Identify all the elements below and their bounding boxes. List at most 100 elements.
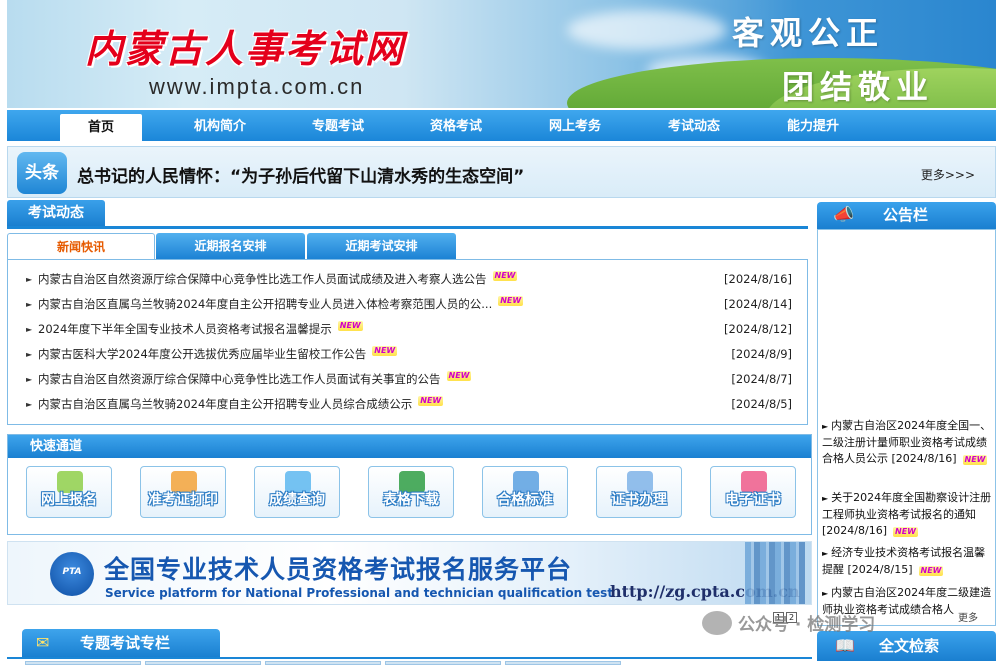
news-item-title[interactable]: 内蒙古自治区自然资源厅综合保障中心竞争性比选工作人员面试有关事宜的公告 <box>38 372 441 386</box>
notice-item[interactable]: ► 内蒙古自治区2024年度全国一、二级注册计量师职业资格考试成绩合格人员公示 [… <box>822 418 994 467</box>
news-item-date: [2024/8/14] <box>724 297 792 311</box>
section-divider <box>7 657 812 659</box>
news-item-date: [2024/8/5] <box>731 397 792 411</box>
button-label: 准考证打印 <box>148 492 218 508</box>
arrow-icon: ► <box>26 325 33 334</box>
quick-channel-header: 快速通道 <box>8 435 811 458</box>
headline-more-link[interactable]: 更多>>> <box>921 166 975 183</box>
nav-item-skill-upgrade[interactable]: 能力提升 <box>770 110 856 141</box>
wechat-icon <box>702 611 732 635</box>
notice-item-date: [2024/8/16] <box>891 452 957 465</box>
new-badge: NEW <box>418 396 444 406</box>
certificate-processing-button[interactable]: 证书办理 <box>596 466 682 518</box>
news-item-title[interactable]: 内蒙古医科大学2024年度公开选拔优秀应届毕业生留校工作公告 <box>38 347 366 361</box>
nav-item-online-affairs[interactable]: 网上考务 <box>532 110 618 141</box>
cloud-decoration <box>567 10 727 50</box>
new-badge: NEW <box>893 527 918 537</box>
news-item-link[interactable]: 2024年度下半年全国专业技术人员资格考试报名温馨提示 NEW <box>38 317 363 342</box>
news-item-date: [2024/8/12] <box>724 322 792 336</box>
main-nav: 首页 机构简介 专题考试 资格考试 网上考务 考试动态 能力提升 <box>7 110 996 141</box>
headline-link[interactable]: 总书记的人民情怀：“为子孙后代留下山清水秀的生态空间” <box>77 162 524 187</box>
button-label: 电子证书 <box>725 492 781 508</box>
headline-badge: 头条 <box>17 152 67 194</box>
e-certificate-button[interactable]: 电子证书 <box>710 466 796 518</box>
arrow-icon: ► <box>822 549 829 558</box>
nav-item-exam-news[interactable]: 考试动态 <box>651 110 737 141</box>
news-item-date: [2024/8/7] <box>731 372 792 386</box>
news-item-link[interactable]: 内蒙古自治区直属乌兰牧骑2024年度自主公开招聘专业人员进入体检考察范围人员的公… <box>38 292 524 317</box>
megaphone-icon: 📣 <box>833 205 855 225</box>
site-banner: 内蒙古人事考试网 www.impta.com.cn 客观公正 团结敬业 <box>7 0 996 108</box>
watermark-text: 公众号 · 检测学习 <box>738 615 876 635</box>
tab-exam-schedule[interactable]: 近期考试安排 <box>307 233 456 259</box>
arrow-icon: ► <box>26 350 33 359</box>
news-item-date: [2024/8/16] <box>724 272 792 286</box>
special-column-header: ✉ 专题考试专栏 <box>22 629 220 657</box>
new-badge: NEW <box>337 321 363 331</box>
button-label: 成绩查询 <box>269 492 325 508</box>
nav-item-qualification-exams[interactable]: 资格考试 <box>413 110 499 141</box>
notice-item-date: [2024/8/16] <box>822 524 887 537</box>
news-item: ► 2024年度下半年全国专业技术人员资格考试报名温馨提示 NEW [2024/8… <box>8 317 807 342</box>
admission-ticket-print-button[interactable]: 准考证打印 <box>140 466 226 518</box>
notice-item[interactable]: ► 经济专业技术资格考试报名温馨提醒 [2024/8/15] NEW <box>822 545 994 578</box>
notice-board: ► 内蒙古自治区2024年度全国一、二级注册计量师职业资格考试成绩合格人员公示 [… <box>817 229 996 626</box>
news-tabs: 新闻快讯 近期报名安排 近期考试安排 <box>7 233 808 260</box>
arrow-icon: ► <box>26 275 33 284</box>
new-badge: NEW <box>498 296 524 306</box>
quick-channel-title: 快速通道 <box>30 439 83 454</box>
exam-news-section-title: 考试动态 <box>7 200 105 226</box>
wechat-watermark: 公众号 · 检测学习 <box>702 610 875 646</box>
special-subtab[interactable] <box>145 661 261 665</box>
site-url: www.impta.com.cn <box>149 74 365 99</box>
notice-more-link[interactable]: 更多 <box>958 609 978 624</box>
new-badge: NEW <box>492 271 518 281</box>
full-text-search-title: 全文检索 <box>879 637 940 655</box>
news-item-title[interactable]: 内蒙古自治区直属乌兰牧骑2024年度自主公开招聘专业人员进入体检考察范围人员的公… <box>38 297 492 311</box>
headline-bar: 头条 总书记的人民情怀：“为子孙后代留下山清水秀的生态空间” 更多>>> <box>7 146 996 198</box>
nav-item-special-exams[interactable]: 专题考试 <box>295 110 381 141</box>
site-title: 内蒙古人事考试网 <box>85 26 406 71</box>
news-item-title[interactable]: 2024年度下半年全国专业技术人员资格考试报名温馨提示 <box>38 322 332 336</box>
score-query-button[interactable]: 成绩查询 <box>254 466 340 518</box>
news-item-title[interactable]: 内蒙古自治区自然资源厅综合保障中心竞争性比选工作人员面试成绩及进入考察人选公告 <box>38 272 487 286</box>
news-item-date: [2024/8/9] <box>731 347 792 361</box>
special-subtab[interactable] <box>505 661 621 665</box>
arrow-icon: ► <box>26 375 33 384</box>
news-list: ► 内蒙古自治区自然资源厅综合保障中心竞争性比选工作人员面试成绩及进入考察人选公… <box>7 259 808 425</box>
news-item-link[interactable]: 内蒙古自治区直属乌兰牧骑2024年度自主公开招聘专业人员综合成绩公示 NEW <box>38 392 444 417</box>
tab-registration-schedule[interactable]: 近期报名安排 <box>156 233 305 259</box>
button-label: 网上报名 <box>41 492 97 508</box>
online-registration-button[interactable]: 网上报名 <box>26 466 112 518</box>
news-item-title[interactable]: 内蒙古自治区直属乌兰牧骑2024年度自主公开招聘专业人员综合成绩公示 <box>38 397 412 411</box>
section-divider <box>7 226 808 229</box>
news-item-link[interactable]: 内蒙古医科大学2024年度公开选拔优秀应届毕业生留校工作公告 NEW <box>38 342 398 367</box>
special-subtabs <box>7 661 812 665</box>
news-item: ► 内蒙古自治区自然资源厅综合保障中心竞争性比选工作人员面试有关事宜的公告 NEW… <box>8 367 807 392</box>
megaphone-icon: ✉ <box>36 633 50 652</box>
pass-standard-button[interactable]: 合格标准 <box>482 466 568 518</box>
news-item: ► 内蒙古自治区直属乌兰牧骑2024年度自主公开招聘专业人员进入体检考察范围人员… <box>8 292 807 317</box>
special-subtab[interactable] <box>265 661 381 665</box>
news-item: ► 内蒙古自治区直属乌兰牧骑2024年度自主公开招聘专业人员综合成绩公示 NEW … <box>8 392 807 417</box>
notice-item[interactable]: ► 关于2024年度全国勘察设计注册工程师执业资格考试报名的通知 [2024/8/… <box>822 490 994 539</box>
platform-banner-link[interactable]: PTA 全国专业技术人员资格考试报名服务平台 Service platform … <box>7 541 812 605</box>
nav-item-about[interactable]: 机构简介 <box>177 110 263 141</box>
new-badge: NEW <box>446 371 472 381</box>
nav-item-home[interactable]: 首页 <box>60 114 142 141</box>
special-subtab[interactable] <box>25 661 141 665</box>
news-item: ► 内蒙古自治区自然资源厅综合保障中心竞争性比选工作人员面试成绩及进入考察人选公… <box>8 267 807 292</box>
pta-logo: PTA <box>50 552 94 596</box>
notice-item-text[interactable]: 关于2024年度全国勘察设计注册工程师执业资格考试报名的通知 <box>822 491 991 521</box>
news-item-link[interactable]: 内蒙古自治区自然资源厅综合保障中心竞争性比选工作人员面试有关事宜的公告 NEW <box>38 367 472 392</box>
tab-news-flash[interactable]: 新闻快讯 <box>7 233 155 260</box>
special-column-title: 专题考试专栏 <box>80 634 171 652</box>
form-download-button[interactable]: 表格下载 <box>368 466 454 518</box>
arrow-icon: ► <box>822 422 829 431</box>
news-item-link[interactable]: 内蒙古自治区自然资源厅综合保障中心竞争性比选工作人员面试成绩及进入考察人选公告 N… <box>38 267 518 292</box>
special-subtab[interactable] <box>385 661 501 665</box>
news-item: ► 内蒙古医科大学2024年度公开选拔优秀应届毕业生留校工作公告 NEW [202… <box>8 342 807 367</box>
arrow-icon: ► <box>822 494 829 503</box>
button-label: 证书办理 <box>611 492 667 508</box>
button-label: 表格下载 <box>383 492 439 508</box>
